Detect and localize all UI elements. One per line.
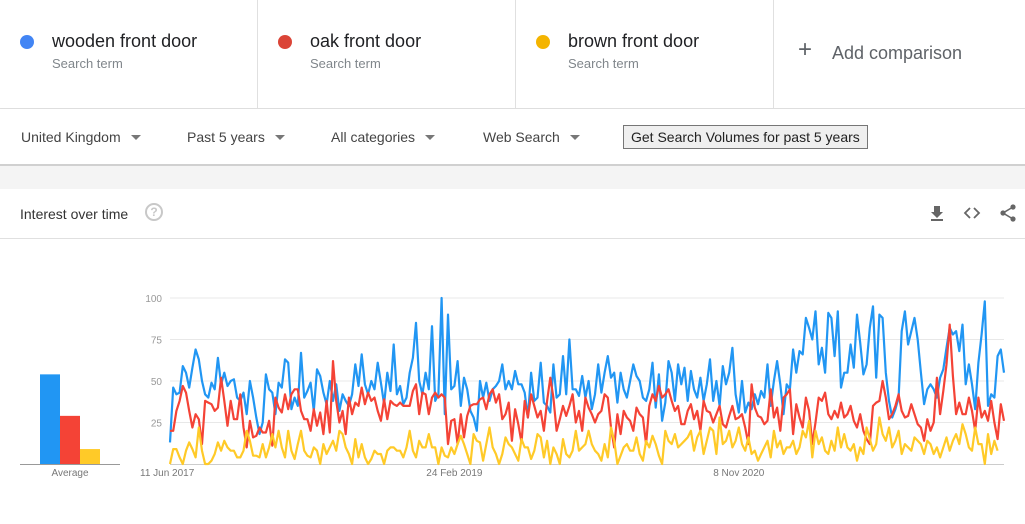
region-value: United Kingdom bbox=[21, 129, 121, 145]
term-type: Search term bbox=[310, 56, 381, 71]
y-tick-label: 25 bbox=[151, 419, 163, 430]
get-search-volumes-button[interactable]: Get Search Volumes for past 5 years bbox=[623, 125, 868, 149]
search-type-dropdown[interactable]: Web Search bbox=[483, 129, 580, 145]
caret-down-icon bbox=[425, 134, 436, 140]
category-value: All categories bbox=[331, 129, 416, 145]
average-bar-oak-front-door bbox=[60, 415, 80, 464]
y-tick-label: 50 bbox=[151, 377, 163, 388]
average-bar-wooden-front-door bbox=[40, 374, 60, 464]
term-type: Search term bbox=[52, 56, 123, 71]
embed-icon[interactable] bbox=[962, 203, 982, 223]
term-card-oak-front-door[interactable]: oak front door Search term bbox=[258, 0, 516, 108]
time-range-value: Past 5 years bbox=[187, 129, 265, 145]
term-name: wooden front door bbox=[52, 31, 198, 51]
interest-over-time-header: Interest over time ? bbox=[0, 189, 1025, 239]
region-dropdown[interactable]: United Kingdom bbox=[21, 129, 141, 145]
term-card-brown-front-door[interactable]: brown front door Search term bbox=[516, 0, 774, 108]
average-bar-chart: Average bbox=[20, 374, 120, 479]
x-tick-label: 24 Feb 2019 bbox=[426, 468, 483, 479]
term-name: oak front door bbox=[310, 31, 422, 51]
share-icon[interactable] bbox=[998, 203, 1018, 223]
category-dropdown[interactable]: All categories bbox=[331, 129, 436, 145]
term-card-wooden-front-door[interactable]: wooden front door Search term bbox=[0, 0, 258, 108]
help-icon[interactable]: ? bbox=[145, 203, 163, 221]
axis-labels: 11 Jun 2017 24 Feb 2019 8 Nov 2020 bbox=[140, 468, 765, 479]
download-icon[interactable] bbox=[927, 203, 947, 223]
x-tick-label: 8 Nov 2020 bbox=[713, 468, 765, 479]
time-range-dropdown[interactable]: Past 5 years bbox=[187, 129, 285, 145]
y-tick-label: 100 bbox=[145, 294, 162, 305]
x-tick-label: 11 Jun 2017 bbox=[140, 468, 195, 479]
search-terms-bar: wooden front door Search term oak front … bbox=[0, 0, 1025, 109]
y-tick-label: 75 bbox=[151, 336, 163, 347]
term-name: brown front door bbox=[568, 31, 700, 51]
series-color-dot bbox=[536, 35, 550, 49]
section-divider bbox=[0, 166, 1025, 189]
caret-down-icon bbox=[130, 134, 141, 140]
interest-chart: Average 25 50 75 100 11 Jun 2017 24 Feb 2019… bbox=[20, 294, 1006, 479]
series-color-dot bbox=[278, 35, 292, 49]
card-title: Interest over time bbox=[20, 206, 129, 222]
plus-icon: + bbox=[798, 36, 813, 63]
caret-down-icon bbox=[569, 134, 580, 140]
caret-down-icon bbox=[274, 134, 285, 140]
term-type: Search term bbox=[568, 56, 639, 71]
add-comparison-button[interactable]: + Add comparison bbox=[774, 0, 1025, 108]
add-comparison-label: Add comparison bbox=[832, 43, 963, 63]
search-type-value: Web Search bbox=[483, 129, 560, 145]
series-color-dot bbox=[20, 35, 34, 49]
filter-bar: United Kingdom Past 5 years All categori… bbox=[0, 109, 1025, 166]
average-label: Average bbox=[51, 468, 89, 479]
average-bar-brown-front-door bbox=[80, 449, 100, 464]
